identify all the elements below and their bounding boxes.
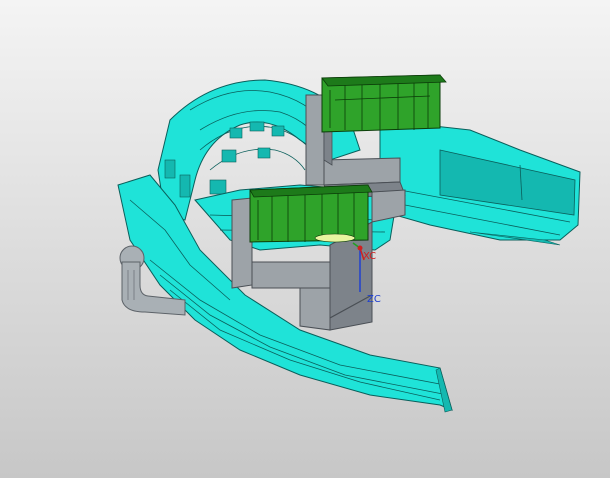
csys-origin[interactable] <box>357 245 363 251</box>
model-canvas[interactable]: XC ZC <box>0 0 610 478</box>
clip-highlight <box>314 233 356 243</box>
lower-mounting-clip[interactable] <box>249 184 373 243</box>
upper-mounting-clip[interactable] <box>321 74 447 133</box>
cad-graphics-viewport[interactable]: XC ZC <box>0 0 610 478</box>
x-axis-label: XC <box>363 251 376 262</box>
z-axis-label: ZC <box>367 294 381 305</box>
